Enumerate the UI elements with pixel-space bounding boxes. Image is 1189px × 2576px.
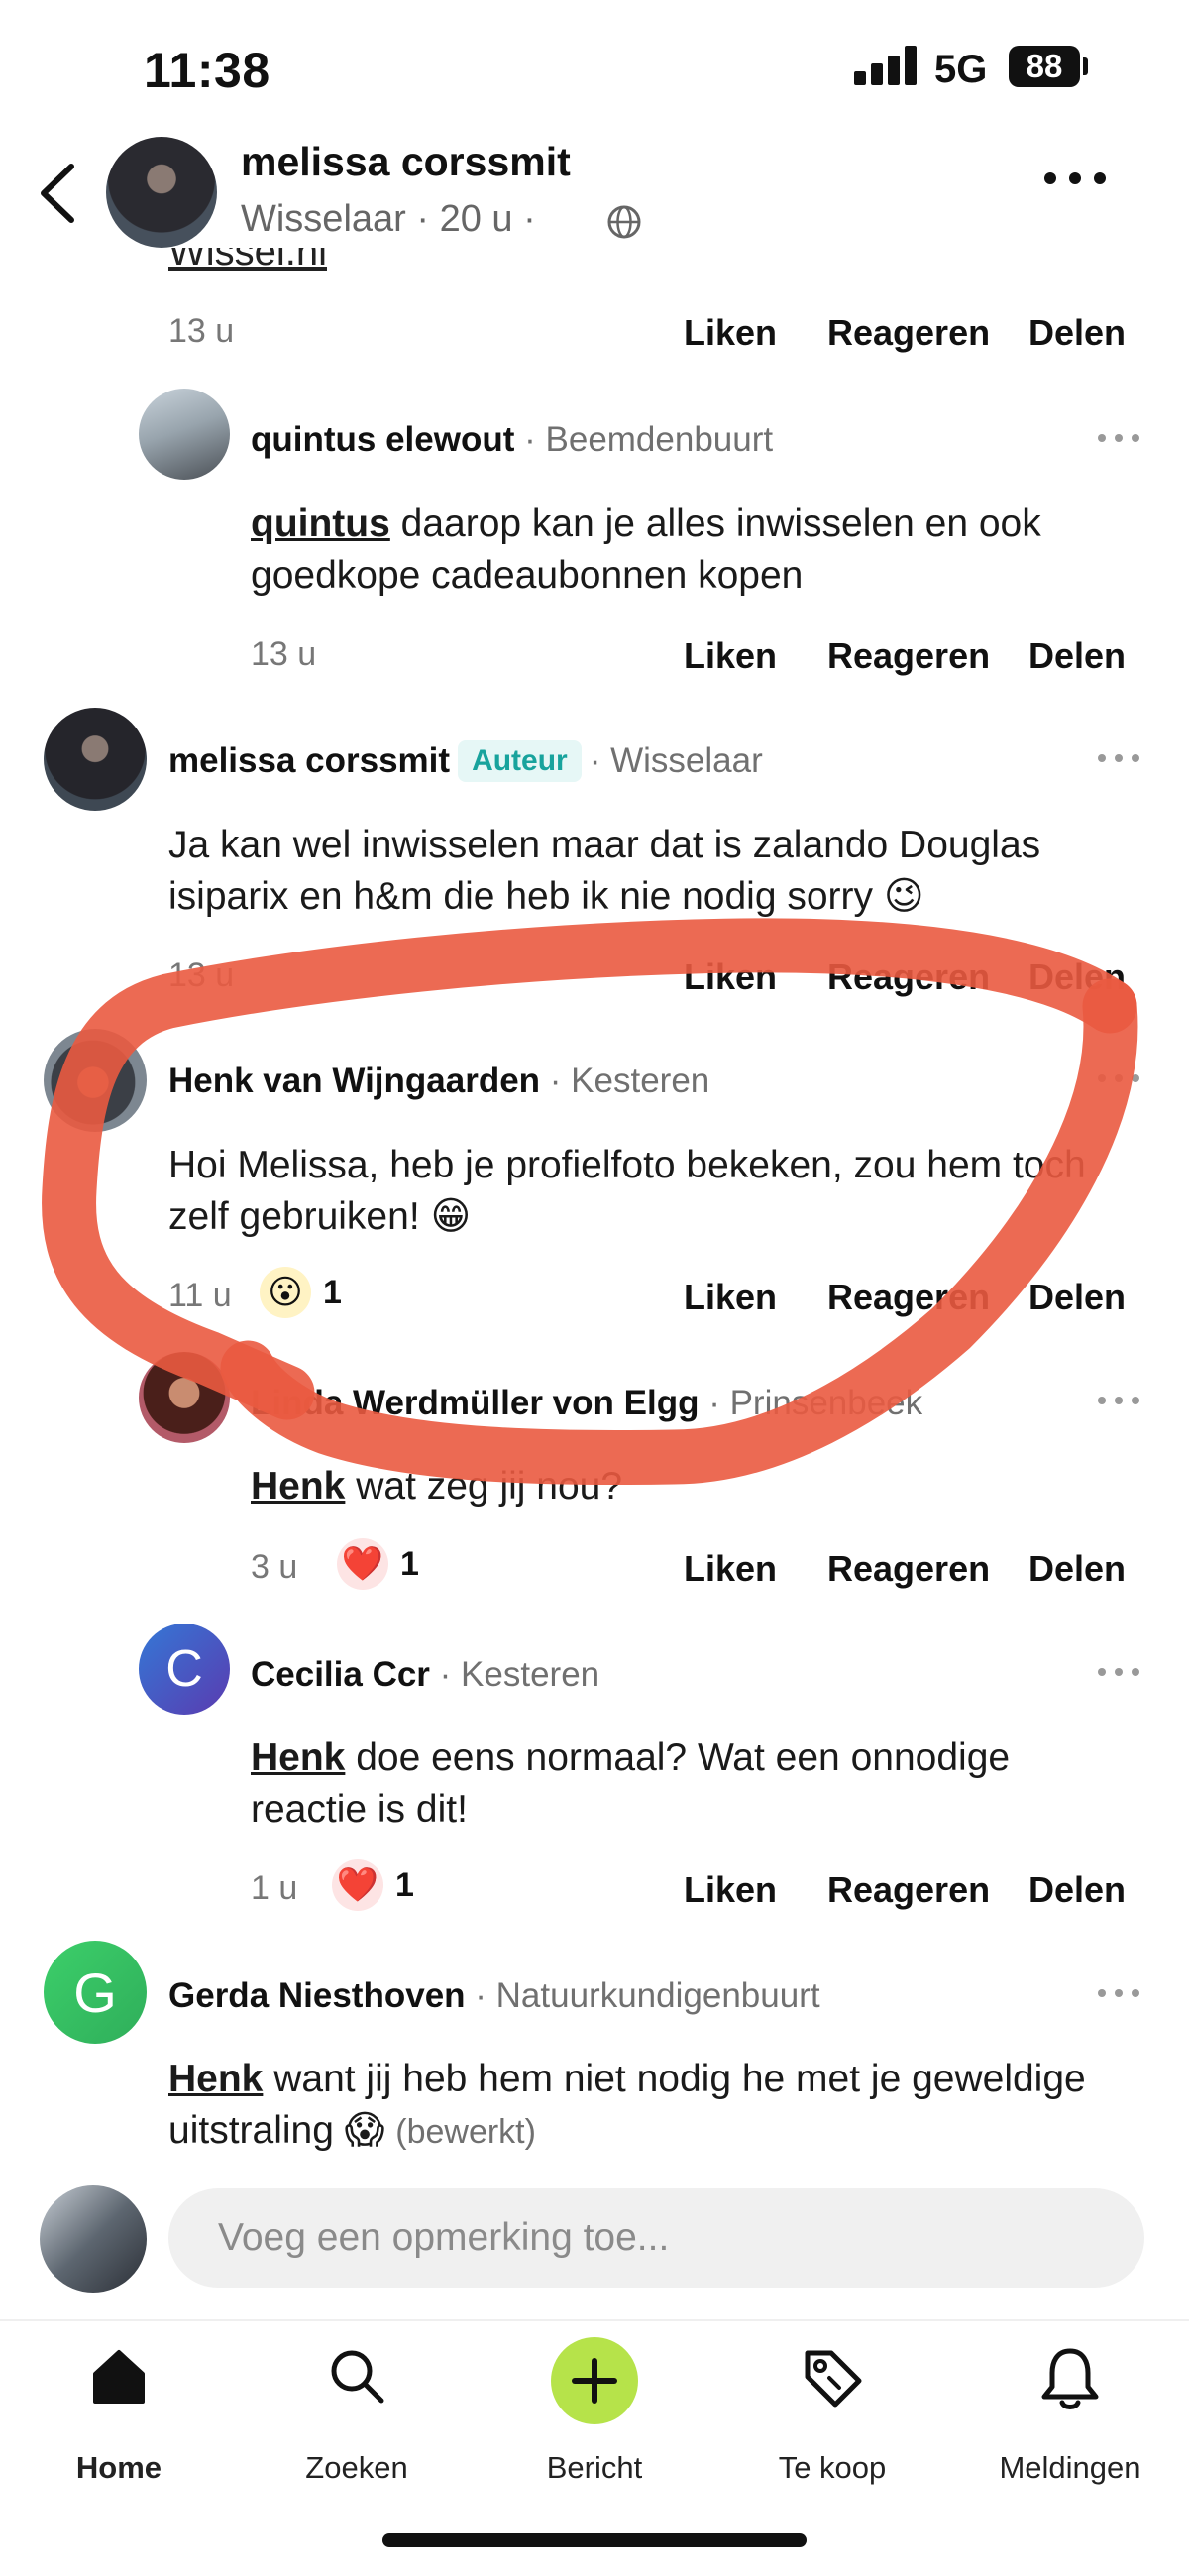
comment-text: Henk doe eens normaal? Wat een onnodige … — [251, 1736, 1011, 1831]
comment-more-icon[interactable] — [1095, 1986, 1142, 2000]
comment-time: 1 u — [251, 1869, 298, 1907]
like-button[interactable]: Liken — [684, 1869, 777, 1911]
comment-text: Henk want jij heb hem niet nodig he met … — [168, 2058, 1086, 2152]
heart-reaction-icon: ❤️ — [337, 1538, 388, 1590]
reaction-count: 1 — [400, 1544, 419, 1583]
post-author-name[interactable]: melissa corssmit — [241, 139, 571, 185]
commenter-location: · Wisselaar — [589, 741, 763, 780]
commenter-avatar[interactable] — [139, 389, 230, 480]
like-button[interactable]: Liken — [684, 312, 777, 354]
comment-time: 11 u — [168, 1277, 232, 1314]
like-button[interactable]: Liken — [684, 635, 777, 677]
mention-link[interactable]: quintus — [251, 503, 390, 545]
reply-button[interactable]: Reageren — [827, 1869, 990, 1911]
nav-label: Meldingen — [999, 2450, 1141, 2485]
plus-icon — [551, 2337, 638, 2424]
comment-time: 13 u — [168, 956, 235, 994]
author-avatar[interactable] — [106, 137, 217, 248]
comment-time: 13 u — [168, 312, 235, 350]
reaction-count: 1 — [323, 1273, 342, 1311]
reaction-summary[interactable]: ❤️ 1 — [337, 1538, 419, 1590]
back-arrow-icon[interactable] — [30, 159, 89, 228]
share-button[interactable]: Delen — [1028, 1277, 1126, 1318]
comment-text: quintus daarop kan je alles inwisselen e… — [251, 503, 1041, 597]
nav-label: Home — [75, 2450, 162, 2485]
commenter-location: · Kesteren — [439, 1655, 600, 1694]
like-button[interactable]: Liken — [684, 956, 777, 998]
search-icon — [331, 2350, 384, 2404]
share-button[interactable]: Delen — [1028, 635, 1126, 677]
home-indicator — [382, 2533, 807, 2547]
edited-label: (bewerkt) — [395, 2113, 536, 2151]
comment-more-icon[interactable] — [1095, 431, 1142, 445]
commenter-avatar[interactable]: G — [44, 1941, 147, 2044]
comment-more-icon[interactable] — [1095, 751, 1142, 765]
heart-reaction-icon: ❤️ — [332, 1859, 383, 1911]
post-author-subtitle: Wisselaar · 20 u · — [241, 198, 536, 240]
reply-button[interactable]: Reageren — [827, 635, 990, 677]
commenter-location: · Natuurkundigenbuurt — [475, 1976, 820, 2015]
nav-label: Te koop — [778, 2450, 887, 2485]
wow-reaction-icon: 😮 — [260, 1267, 311, 1318]
tag-icon — [805, 2350, 862, 2408]
commenter-name[interactable]: Gerda Niesthoven · Natuurkundigenbuurt — [168, 1976, 820, 2016]
comment-text: Henk wat zeg jij nou? — [251, 1465, 623, 1508]
commenter-avatar[interactable] — [44, 1029, 147, 1132]
share-button[interactable]: Delen — [1028, 956, 1126, 998]
share-button[interactable]: Delen — [1028, 312, 1126, 354]
comment-text: Hoi Melissa, heb je profielfoto bekeken,… — [168, 1144, 1086, 1238]
comment-more-icon[interactable] — [1095, 1071, 1142, 1085]
comment-more-icon[interactable] — [1095, 1394, 1142, 1407]
share-button[interactable]: Delen — [1028, 1548, 1126, 1590]
reply-button[interactable]: Reageren — [827, 1277, 990, 1318]
bell-icon — [1041, 2348, 1099, 2409]
commenter-location: · Beemdenbuurt — [524, 420, 774, 459]
reply-button[interactable]: Reageren — [827, 956, 990, 998]
comment-text: Ja kan wel inwisselen maar dat is zaland… — [168, 824, 1041, 918]
reply-button[interactable]: Reageren — [827, 312, 990, 354]
like-button[interactable]: Liken — [684, 1548, 777, 1590]
comment-input[interactable] — [168, 2188, 1144, 2288]
reply-button[interactable]: Reageren — [827, 1548, 990, 1590]
battery-nub — [1083, 57, 1088, 75]
commenter-location: · Prinsenbeek — [708, 1384, 923, 1422]
home-icon — [93, 2350, 145, 2404]
commenter-name[interactable]: Linda Werdmüller von Elgg · Prinsenbeek — [251, 1384, 922, 1423]
nav-label: Zoeken — [305, 2450, 408, 2485]
signal-icon — [854, 46, 921, 85]
reaction-count: 1 — [395, 1865, 414, 1904]
current-user-avatar — [40, 2185, 147, 2293]
reaction-summary[interactable]: 😮 1 — [260, 1267, 342, 1318]
share-button[interactable]: Delen — [1028, 1869, 1126, 1911]
comment-time: 3 u — [251, 1548, 298, 1586]
comment-more-icon[interactable] — [1095, 1665, 1142, 1679]
mention-link[interactable]: Henk — [168, 2058, 263, 2100]
commenter-avatar[interactable]: C — [139, 1624, 230, 1715]
commenter-name[interactable]: quintus elewout · Beemdenbuurt — [251, 420, 773, 460]
author-badge: Auteur — [458, 740, 582, 782]
commenter-name[interactable]: melissa corssmit Auteur · Wisselaar — [168, 740, 763, 784]
mention-link[interactable]: Henk — [251, 1465, 345, 1508]
commenter-name[interactable]: Cecilia Ccr · Kesteren — [251, 1655, 599, 1695]
commenter-location: · Kesteren — [549, 1062, 710, 1100]
network-label: 5G — [934, 48, 988, 91]
globe-icon — [607, 205, 641, 239]
commenter-name[interactable]: Henk van Wijngaarden · Kesteren — [168, 1062, 709, 1101]
status-time: 11:38 — [144, 43, 270, 98]
like-button[interactable]: Liken — [684, 1277, 777, 1318]
battery-icon: 88 — [1009, 46, 1080, 87]
comment-time: 13 u — [251, 635, 317, 673]
commenter-avatar[interactable] — [139, 1352, 230, 1443]
reaction-summary[interactable]: ❤️ 1 — [332, 1859, 414, 1911]
mention-link[interactable]: Henk — [251, 1736, 345, 1779]
commenter-avatar[interactable] — [44, 708, 147, 811]
nav-label: Bericht — [546, 2450, 643, 2485]
more-options-icon[interactable] — [1040, 159, 1110, 198]
